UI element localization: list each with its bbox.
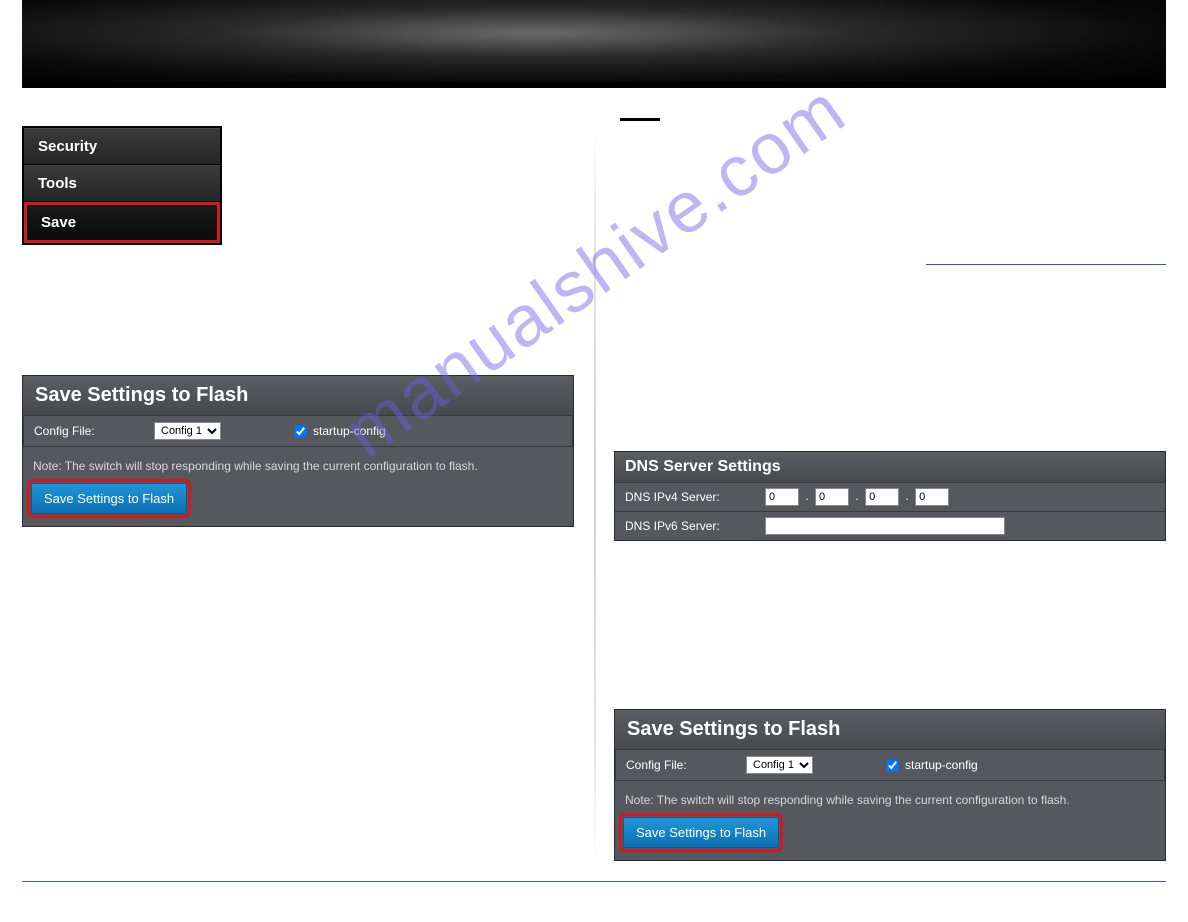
startup-config-label: startup-config	[905, 758, 978, 772]
dns-ipv6-input[interactable]	[765, 517, 1005, 535]
ip-dot: .	[852, 489, 861, 503]
panel-title: Save Settings to Flash	[615, 710, 1165, 749]
config-file-row: Config File: Config 1 startup-config	[23, 415, 573, 447]
dns-ipv4-octet-3[interactable]	[865, 488, 899, 506]
sidebar-item-label: Save	[41, 214, 76, 231]
right-column: DNS Server Settings DNS IPv4 Server: . .…	[594, 88, 1166, 861]
dns-ipv4-octet-1[interactable]	[765, 488, 799, 506]
save-settings-panel-left: Save Settings to Flash Config File: Conf…	[22, 375, 574, 527]
left-column: Security Tools Save Save Settings to Fla…	[22, 88, 594, 861]
dns-ipv6-label: DNS IPv6 Server:	[625, 519, 765, 533]
save-note: Note: The switch will stop responding wh…	[23, 447, 573, 483]
config-file-label: Config File:	[626, 758, 746, 772]
startup-config-checkbox[interactable]	[886, 759, 898, 771]
sidebar-menu: Security Tools Save	[22, 126, 222, 245]
sidebar-item-label: Tools	[38, 175, 77, 192]
sidebar-item-tools[interactable]: Tools	[24, 165, 220, 202]
save-settings-panel-right: Save Settings to Flash Config File: Conf…	[614, 709, 1166, 861]
config-file-select[interactable]: Config 1	[154, 422, 221, 440]
dns-ipv4-octet-4[interactable]	[915, 488, 949, 506]
save-note: Note: The switch will stop responding wh…	[615, 781, 1165, 817]
config-file-select[interactable]: Config 1	[746, 756, 813, 774]
sidebar-item-label: Security	[38, 138, 97, 155]
dns-ipv4-octet-2[interactable]	[815, 488, 849, 506]
top-banner	[22, 0, 1166, 88]
sidebar-item-security[interactable]: Security	[24, 128, 220, 165]
dns-ipv4-label: DNS IPv4 Server:	[625, 490, 765, 504]
sidebar-item-save[interactable]: Save	[24, 202, 220, 243]
blue-underline	[926, 264, 1166, 265]
dns-panel-title: DNS Server Settings	[615, 452, 1165, 482]
dns-ipv6-row: DNS IPv6 Server:	[615, 511, 1165, 540]
column-divider	[594, 128, 596, 861]
startup-config-checkbox[interactable]	[294, 425, 306, 437]
panel-title: Save Settings to Flash	[23, 376, 573, 415]
ip-dot: .	[802, 489, 811, 503]
dns-server-settings-panel: DNS Server Settings DNS IPv4 Server: . .…	[614, 451, 1166, 541]
page-bottom-rule	[22, 881, 1166, 882]
startup-config-label: startup-config	[313, 424, 386, 438]
save-settings-button[interactable]: Save Settings to Flash	[623, 817, 779, 848]
config-file-row: Config File: Config 1 startup-config	[615, 749, 1165, 781]
dns-ipv4-row: DNS IPv4 Server: . . .	[615, 482, 1165, 511]
save-settings-button[interactable]: Save Settings to Flash	[31, 483, 187, 514]
config-file-label: Config File:	[34, 424, 154, 438]
ip-dot: .	[902, 489, 911, 503]
